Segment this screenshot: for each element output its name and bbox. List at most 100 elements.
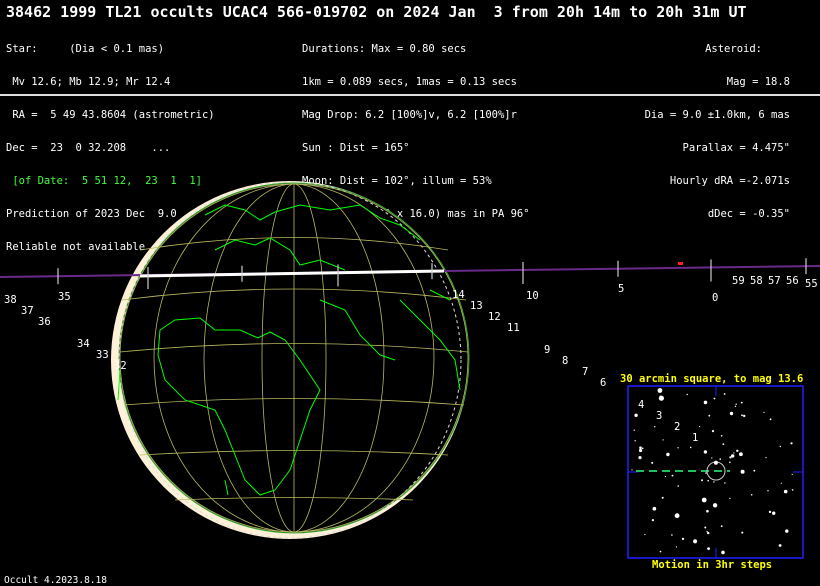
star-marker — [678, 262, 683, 265]
star — [711, 430, 715, 433]
star — [659, 395, 661, 397]
tick-label: 12 — [488, 311, 501, 323]
tick-label: 3 — [656, 410, 663, 422]
tick-label: 59 — [732, 275, 745, 287]
star — [719, 458, 721, 460]
star — [763, 411, 765, 413]
star — [661, 496, 664, 499]
star — [652, 506, 657, 511]
star — [791, 489, 794, 491]
star — [736, 449, 739, 452]
star — [639, 446, 642, 450]
star — [778, 544, 782, 547]
star — [638, 456, 642, 460]
tick-label: 7 — [582, 366, 589, 378]
star — [779, 445, 781, 448]
star — [677, 447, 679, 449]
star — [791, 473, 793, 475]
star — [731, 454, 735, 458]
star — [644, 533, 646, 536]
star — [729, 411, 734, 416]
star — [722, 443, 725, 446]
star — [765, 457, 767, 459]
tick-label: 55 — [805, 278, 818, 290]
star — [703, 450, 708, 454]
tick-label: 33 — [96, 349, 109, 361]
star — [713, 481, 715, 483]
star — [651, 461, 654, 464]
star — [706, 509, 709, 513]
star — [785, 529, 789, 533]
star — [686, 393, 688, 396]
left-ticks: 38 37 36 35 34 33 32 — [4, 284, 127, 372]
star — [689, 446, 692, 449]
star — [741, 414, 743, 417]
star — [701, 497, 707, 503]
star — [743, 414, 746, 418]
star — [631, 469, 633, 471]
tick-label: 0 — [712, 292, 719, 304]
tick-label: 38 — [4, 294, 17, 306]
star — [767, 490, 769, 492]
star-chart-caption: Motion in 3hr steps — [652, 559, 773, 571]
star — [634, 440, 636, 442]
tick-label: 2 — [674, 421, 681, 433]
star — [659, 550, 662, 553]
tick-label: 11 — [507, 322, 520, 334]
star — [641, 447, 644, 450]
tick-label: 14 — [452, 289, 465, 301]
tick-label: 32 — [114, 360, 127, 372]
star — [705, 472, 707, 474]
tick-label: 36 — [38, 316, 51, 328]
star — [693, 539, 698, 544]
star — [664, 475, 667, 478]
star — [720, 525, 723, 528]
tick-label: 57 — [768, 275, 781, 287]
star — [712, 503, 718, 508]
star — [735, 403, 737, 405]
tick-label: 13 — [470, 300, 483, 312]
star — [724, 482, 726, 484]
star — [790, 442, 793, 445]
star — [675, 546, 678, 548]
star — [699, 426, 701, 428]
star — [713, 460, 718, 465]
star — [729, 497, 731, 500]
star — [741, 531, 744, 534]
footer-version: Occult 4.2023.8.18 — [4, 575, 107, 586]
tick-label: 8 — [562, 355, 569, 367]
star — [706, 531, 708, 533]
tick-label: 37 — [21, 305, 34, 317]
star — [739, 452, 743, 457]
star — [707, 479, 709, 482]
star — [753, 469, 756, 472]
star — [740, 469, 745, 474]
star-chart-title: 30 arcmin square, to mag 13.6 — [620, 373, 804, 385]
star — [633, 429, 635, 431]
star — [639, 448, 643, 453]
tick-label: 34 — [77, 338, 90, 350]
star — [711, 457, 713, 459]
tick-label: 56 — [786, 275, 799, 287]
star — [772, 511, 776, 515]
tick-label: 5 — [618, 283, 625, 295]
star — [721, 550, 725, 555]
tick-label: 35 — [58, 291, 71, 303]
occultation-diagram — [0, 181, 820, 559]
star — [681, 537, 685, 541]
star — [733, 452, 735, 454]
star — [720, 435, 723, 437]
star — [740, 401, 743, 404]
star — [701, 479, 703, 482]
star — [671, 534, 673, 536]
tick-label: 6 — [600, 377, 607, 389]
star — [708, 414, 711, 417]
star — [750, 494, 753, 496]
star — [713, 397, 716, 400]
star — [654, 426, 656, 428]
star — [783, 489, 788, 494]
star — [780, 482, 782, 484]
star — [703, 400, 708, 405]
star — [674, 513, 680, 519]
star — [657, 388, 663, 393]
